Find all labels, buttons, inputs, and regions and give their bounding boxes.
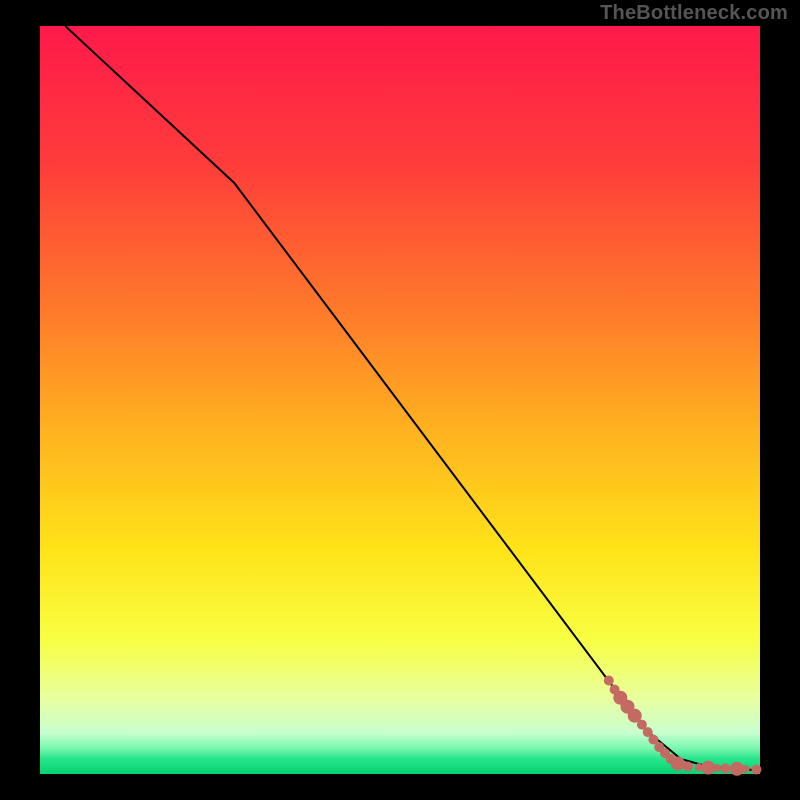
plot-area xyxy=(40,26,760,774)
chart-frame: TheBottleneck.com xyxy=(0,0,800,800)
marker-dot xyxy=(671,757,685,771)
marker-dot xyxy=(713,764,721,772)
marker-dot xyxy=(720,763,730,773)
marker-dot xyxy=(742,765,750,773)
marker-dot xyxy=(604,676,614,686)
marker-dot xyxy=(751,765,761,775)
marker-dot xyxy=(683,762,693,772)
watermark-text: TheBottleneck.com xyxy=(600,2,788,25)
chart-svg xyxy=(0,0,800,800)
